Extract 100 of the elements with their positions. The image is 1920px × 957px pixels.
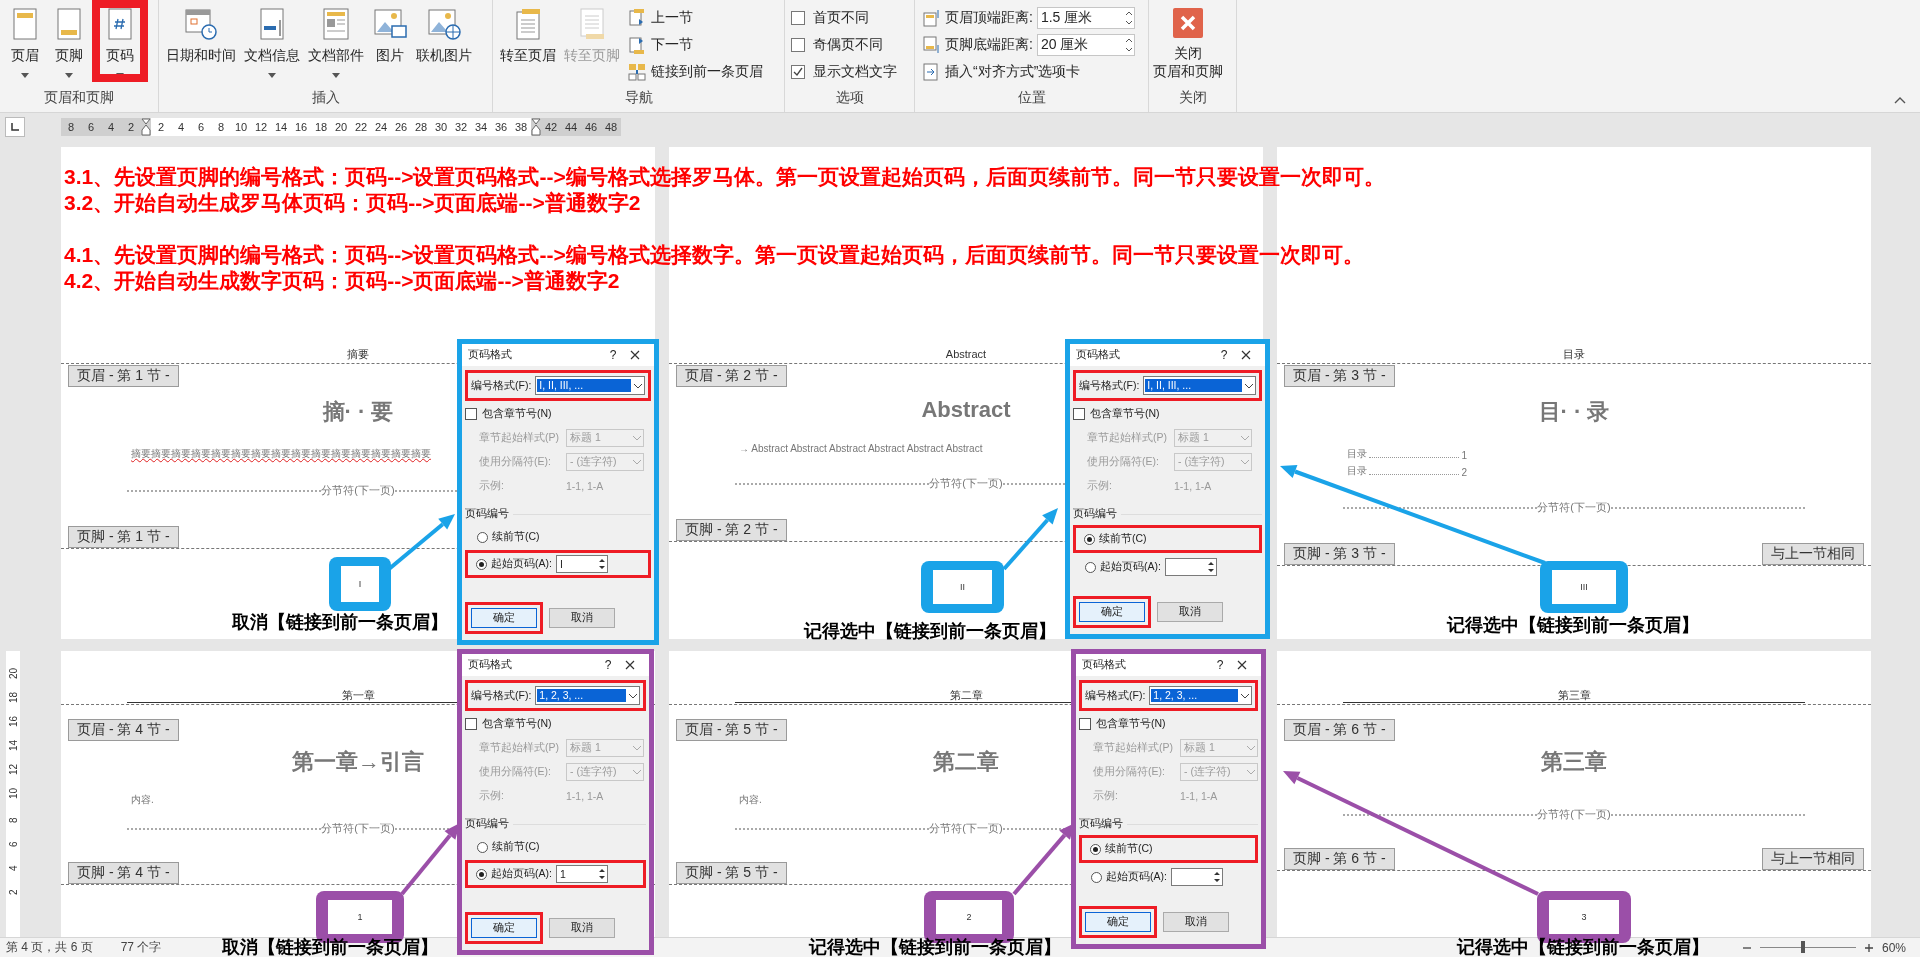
radio-button[interactable]	[477, 531, 488, 543]
number-format-dropdown[interactable]: 1, 2, 3, ...	[1149, 686, 1252, 705]
ruler-number: 42	[543, 121, 559, 133]
number-format-dropdown[interactable]: I, II, III, ...	[535, 376, 645, 395]
close-icon[interactable]	[625, 660, 635, 670]
start-number-field[interactable]: I	[555, 555, 608, 573]
checkbox[interactable]	[1073, 408, 1085, 420]
ribbon-button[interactable]: 上一节	[625, 6, 765, 30]
ruler-number: 20	[333, 121, 349, 133]
spin-arrows-icon	[1123, 36, 1134, 54]
radio-label: 起始页码(A):	[1106, 870, 1167, 884]
ribbon-button[interactable]: 图片	[369, 0, 411, 82]
tab-selector[interactable]	[5, 117, 25, 137]
header-text: 第二章	[949, 689, 983, 701]
close-icon[interactable]	[1237, 660, 1247, 670]
field-label: 编号格式(F):	[1085, 688, 1146, 703]
footer-bottom-distance-icon	[921, 35, 941, 55]
ribbon-button[interactable]: 页眉	[4, 0, 46, 82]
ruler-number: 38	[513, 121, 529, 133]
ruler-number: 4	[106, 121, 116, 133]
caret-icon	[632, 381, 644, 390]
spin-field[interactable]: 20 厘米	[1036, 34, 1135, 56]
cancel-button[interactable]: 取消	[1163, 912, 1229, 932]
zoom-in-icon[interactable]	[1863, 942, 1874, 953]
ribbon-button[interactable]: 联机图片	[413, 0, 475, 82]
ribbon-button[interactable]: 文档信息	[241, 0, 303, 82]
word-count: 77 个字	[120, 939, 162, 956]
radio-button[interactable]	[477, 841, 488, 853]
ribbon-button[interactable]: 文档部件	[305, 0, 367, 82]
spin-field[interactable]: 1.5 厘米	[1036, 7, 1135, 29]
help-button[interactable]: ?	[596, 348, 630, 362]
header-tag: 页眉 - 第 4 节 -	[68, 719, 179, 741]
indent-marker-icon[interactable]	[141, 118, 151, 136]
ruler-number: 34	[473, 121, 489, 133]
zoom-level[interactable]: 60%	[1881, 940, 1906, 955]
field-label: 使用分隔符(E):	[1093, 765, 1166, 779]
ruler-number: 12	[253, 121, 269, 133]
ribbon-button[interactable]: 插入“对齐方式”选项卡	[919, 60, 1137, 84]
number-format-dropdown[interactable]: I, II, III, ...	[1143, 376, 1256, 395]
checkbox[interactable]	[465, 408, 477, 420]
radio-button[interactable]	[476, 558, 487, 570]
start-number-field[interactable]: 1	[555, 865, 608, 883]
page-heading: 摘· · 要	[322, 399, 394, 424]
cancel-button[interactable]: 取消	[549, 608, 615, 628]
collapse-icon[interactable]	[1894, 96, 1906, 104]
indent-marker-icon[interactable]	[531, 118, 541, 136]
annotation-caption: 记得选中【链接到前一条页眉】	[1457, 937, 1709, 957]
ribbon-button[interactable]: 页码	[92, 0, 148, 82]
header-top-distance-icon	[921, 8, 941, 28]
close-icon	[1173, 8, 1203, 38]
field-label: 示例:	[479, 789, 505, 803]
checkbox[interactable]	[791, 38, 805, 52]
ribbon-button[interactable]: 日期和时间	[163, 0, 239, 82]
cancel-button[interactable]: 取消	[549, 918, 615, 938]
field-label: 编号格式(F):	[471, 378, 532, 393]
help-button[interactable]: ?	[1203, 658, 1237, 672]
field-label: 示例:	[479, 479, 505, 493]
zoom-slider-thumb[interactable]	[1801, 941, 1806, 953]
same-as-previous-tag: 与上一节相同	[1762, 543, 1864, 565]
radio-label: 续前节(C)	[492, 530, 540, 544]
help-button[interactable]: ?	[591, 658, 625, 672]
header-text: 第三章	[1557, 689, 1591, 701]
ok-button[interactable]: 确定	[1085, 912, 1151, 932]
radio-button[interactable]	[1091, 871, 1102, 883]
footer-tag: 页脚 - 第 6 节 -	[1284, 848, 1395, 870]
checkbox[interactable]	[1079, 718, 1091, 730]
radio-button[interactable]	[1090, 843, 1101, 855]
number-format-dropdown[interactable]: 1, 2, 3, ...	[535, 686, 640, 705]
ruler-number: 26	[393, 121, 409, 133]
ok-button[interactable]: 确定	[471, 608, 537, 628]
start-number-field[interactable]	[1164, 558, 1217, 576]
start-number-field[interactable]	[1170, 868, 1223, 886]
header-tag: 页眉 - 第 1 节 -	[68, 365, 179, 387]
radio-button[interactable]	[1084, 533, 1095, 545]
caret-icon	[1245, 768, 1257, 776]
ribbon-button[interactable]: 转至页眉	[497, 0, 559, 82]
close-icon[interactable]	[1241, 350, 1251, 360]
same-as-previous-tag: 与上一节相同	[1762, 848, 1864, 870]
radio-button[interactable]	[476, 868, 487, 880]
help-button[interactable]: ?	[1207, 348, 1241, 362]
left-tab-icon	[11, 123, 19, 131]
ribbon-button[interactable]: 页脚	[48, 0, 90, 82]
field-label: 使用分隔符(E):	[479, 765, 552, 779]
page-heading: 第三章	[1541, 749, 1607, 774]
close-icon[interactable]	[630, 350, 640, 360]
ok-button[interactable]: 确定	[1079, 602, 1145, 622]
radio-button[interactable]	[1085, 561, 1096, 573]
ribbon-button[interactable]: 下一节	[625, 33, 765, 57]
close-header-footer-button[interactable]: 关闭 页眉和页脚	[1153, 0, 1223, 82]
ok-button[interactable]: 确定	[471, 918, 537, 938]
ruler-number: 18	[7, 690, 19, 703]
field-label: 使用分隔符(E):	[479, 455, 552, 469]
ribbon-button[interactable]: 链接到前一条页眉	[625, 60, 765, 84]
checkbox[interactable]	[791, 11, 805, 25]
field-label: 章节起始样式(P)	[1093, 741, 1174, 755]
checkbox[interactable]	[791, 65, 805, 79]
globe-picture-icon	[426, 6, 462, 42]
checkbox[interactable]	[465, 718, 477, 730]
cancel-button[interactable]: 取消	[1157, 602, 1223, 622]
section-heading: 页码编号	[1079, 817, 1123, 831]
